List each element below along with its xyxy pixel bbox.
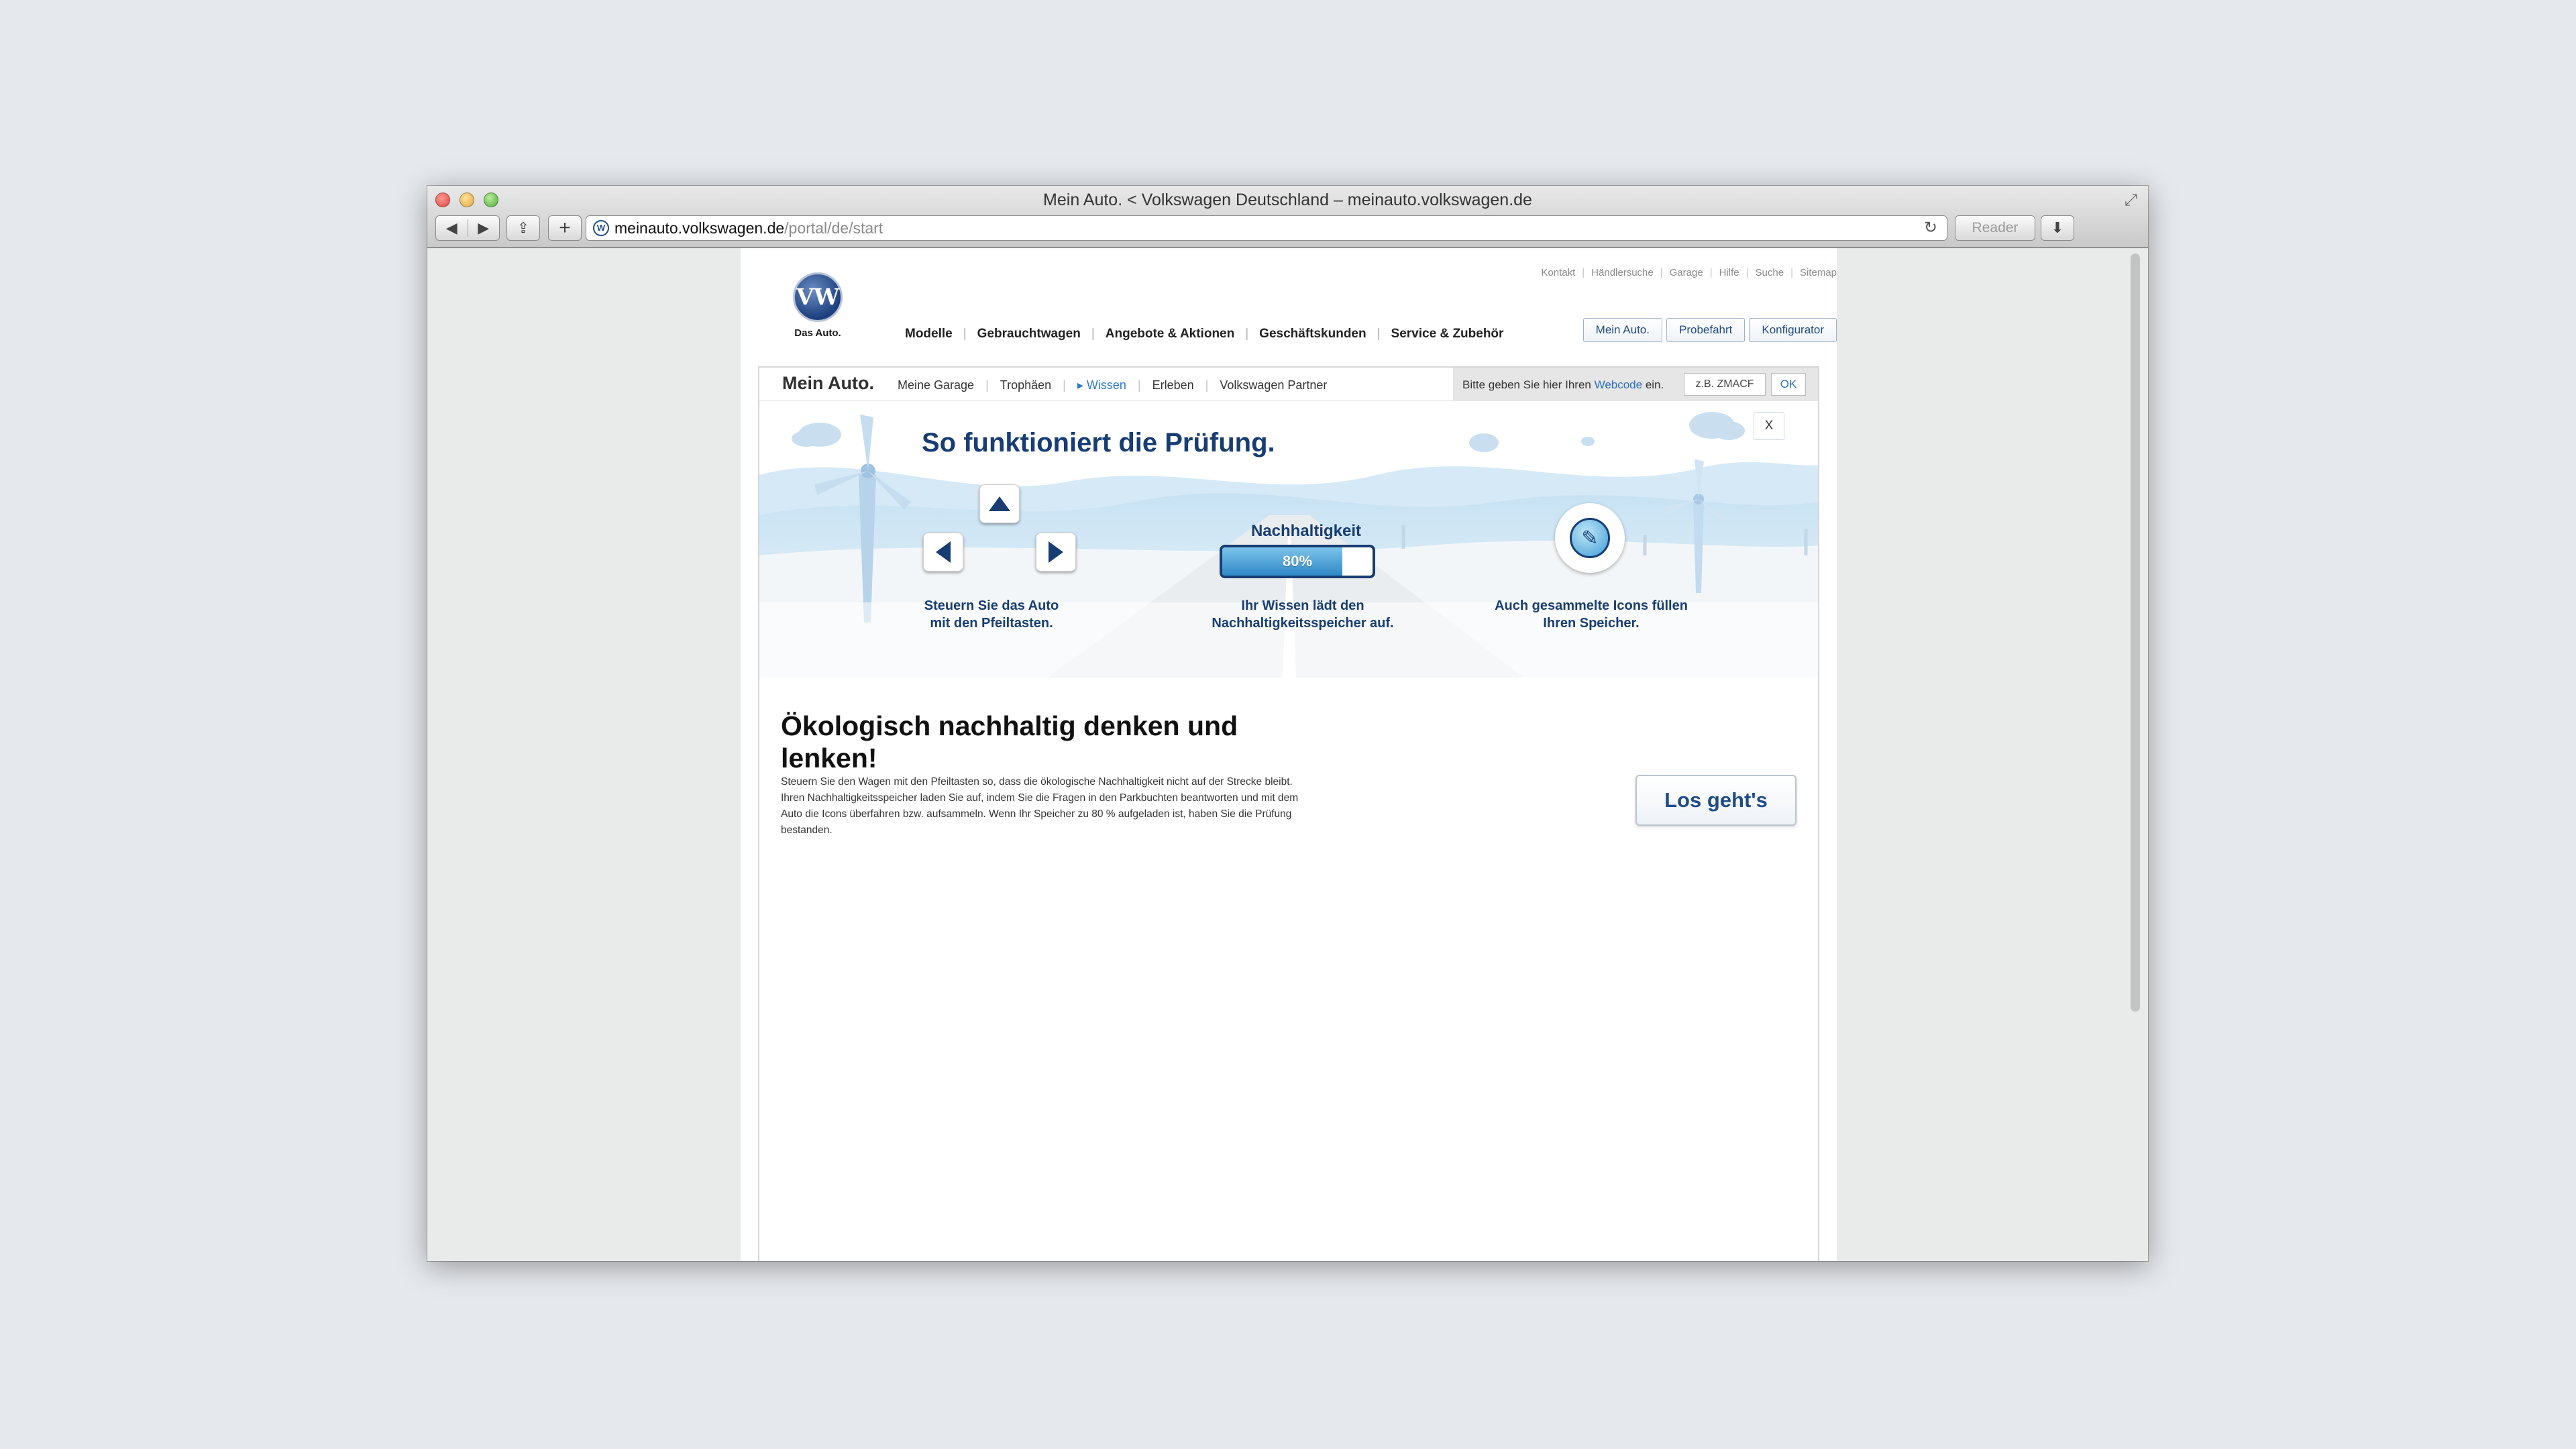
gauge-icon: ✎ — [1570, 518, 1610, 558]
reader-button[interactable]: Reader — [1955, 215, 2035, 241]
webcode-link[interactable]: Webcode — [1595, 378, 1643, 391]
reload-icon[interactable]: ↻ — [1924, 216, 1937, 240]
url-domain: meinauto.volkswagen.de — [614, 219, 785, 237]
share-icon: ⇪ — [517, 219, 530, 236]
browser-window: Mein Auto. < Volkswagen Deutschland – me… — [427, 186, 2148, 1261]
util-link-hilfe[interactable]: Hilfe — [1719, 267, 1739, 278]
webcode-ok-button[interactable]: OK — [1771, 373, 1806, 396]
arrow-up-icon — [989, 496, 1010, 511]
page-viewport: VW Das Auto. Kontakt | Händlersuche | Gara… — [427, 248, 2148, 1261]
probefahrt-button[interactable]: Probefahrt — [1666, 318, 1746, 342]
back-forward-group: ◀ ▶ — [435, 215, 500, 241]
instruction-illustration: So funktioniert die Prüfung. X Steuern S… — [758, 401, 1819, 678]
webcode-label: Bitte geben Sie hier Ihren Webcode ein. — [1462, 378, 1664, 391]
fullscreen-icon[interactable]: ⤢ — [2125, 191, 2137, 210]
nav-gebrauchtwagen[interactable]: Gebrauchtwagen — [977, 327, 1081, 341]
window-title: Mein Auto. < Volkswagen Deutschland – me… — [1043, 191, 1532, 209]
collectible-icon-badge: ✎ — [1555, 503, 1625, 573]
vw-logo[interactable]: VW — [793, 272, 843, 322]
util-link-suche[interactable]: Suche — [1756, 267, 1784, 278]
vertical-scrollbar[interactable] — [2131, 254, 2140, 1012]
subnav-erleben[interactable]: Erleben — [1152, 378, 1194, 392]
caption-icons: Auch gesammelte Icons füllen Ihren Speic… — [1495, 598, 1688, 631]
subnav-trophaeen[interactable]: Trophäen — [1000, 378, 1051, 392]
plus-icon: + — [559, 217, 571, 239]
share-button[interactable]: ⇪ — [506, 215, 540, 241]
header-buttons: Mein Auto. Probefahrt Konfigurator — [1582, 318, 1837, 342]
address-bar[interactable]: W meinauto.volkswagen.de/portal/de/start… — [586, 215, 1947, 241]
back-icon[interactable]: ◀ — [436, 219, 468, 237]
mein-auto-subnav: Mein Auto. Meine Garage | Trophäen | ▸ Wis… — [758, 366, 1819, 401]
subnav-meine-garage[interactable]: Meine Garage — [898, 378, 974, 392]
subnav-title[interactable]: Mein Auto. — [782, 373, 874, 394]
nav-angebote[interactable]: Angebote & Aktionen — [1106, 327, 1234, 341]
vw-favicon-icon: W — [593, 220, 609, 236]
subnav-partner[interactable]: Volkswagen Partner — [1220, 378, 1327, 392]
util-link-haendlersuche[interactable]: Händlersuche — [1591, 267, 1654, 278]
browser-toolbar: ◀ ▶ ⇪ + W meinauto.volkswagen.de/portal/… — [427, 215, 2148, 245]
konfigurator-button[interactable]: Konfigurator — [1749, 318, 1837, 342]
vw-page: VW Das Auto. Kontakt | Händlersuche | Gara… — [741, 248, 1837, 1261]
nav-geschaeftskunden[interactable]: Geschäftskunden — [1259, 327, 1366, 341]
arrow-right-icon — [1049, 541, 1063, 563]
main-nav: Modelle | Gebrauchtwagen | Angebote & Akti… — [905, 327, 1504, 341]
sustainability-meter-label: Nachhaltigkeit — [1250, 522, 1362, 540]
download-icon: ⬇ — [2051, 219, 2064, 236]
arrow-left-icon — [936, 541, 951, 563]
arrow-right-key — [1036, 533, 1076, 572]
close-instructions-button[interactable]: X — [1754, 412, 1784, 440]
downloads-button[interactable]: ⬇ — [2041, 215, 2074, 241]
start-button[interactable]: Los geht's — [1635, 775, 1796, 826]
sustainability-meter-value: 80% — [1282, 553, 1313, 570]
subnav-wissen[interactable]: ▸ Wissen — [1077, 378, 1126, 392]
webcode-input[interactable]: z.B. ZMACF — [1684, 373, 1766, 396]
subnav-links: Meine Garage | Trophäen | ▸ Wissen | Erlebe… — [898, 378, 1328, 392]
caption-arrow-keys: Steuern Sie das Auto mit den Pfeiltasten… — [924, 598, 1059, 631]
utility-nav: Kontakt | Händlersuche | Garage | Hilfe | Su… — [1541, 267, 1837, 278]
vw-tagline: Das Auto. — [794, 327, 841, 339]
content-body: Steuern Sie den Wagen mit den Pfeiltaste… — [781, 776, 1299, 836]
arrow-left-key — [923, 533, 963, 572]
mein-auto-button[interactable]: Mein Auto. — [1582, 318, 1662, 342]
util-link-sitemap[interactable]: Sitemap — [1800, 267, 1837, 278]
browser-chrome: Mein Auto. < Volkswagen Deutschland – me… — [427, 186, 2148, 248]
arrow-up-key — [979, 484, 1020, 523]
webcode-box: Bitte geben Sie hier Ihren Webcode ein. … — [1453, 368, 1818, 401]
url-path: /portal/de/start — [784, 219, 883, 237]
util-link-kontakt[interactable]: Kontakt — [1541, 267, 1575, 278]
instruction-title: So funktioniert die Prüfung. — [922, 428, 1275, 458]
new-tab-button[interactable]: + — [548, 215, 582, 241]
sustainability-meter: 80% — [1220, 545, 1375, 578]
content-title: Ökologisch nachhaltig denken und lenken! — [781, 710, 1238, 773]
util-link-garage[interactable]: Garage — [1670, 267, 1703, 278]
forward-icon[interactable]: ▶ — [468, 219, 500, 237]
caption-meter: Ihr Wissen lädt den Nachhaltigkeitsspeic… — [1212, 598, 1394, 631]
nav-modelle[interactable]: Modelle — [905, 327, 953, 341]
nav-service[interactable]: Service & Zubehör — [1391, 327, 1504, 341]
